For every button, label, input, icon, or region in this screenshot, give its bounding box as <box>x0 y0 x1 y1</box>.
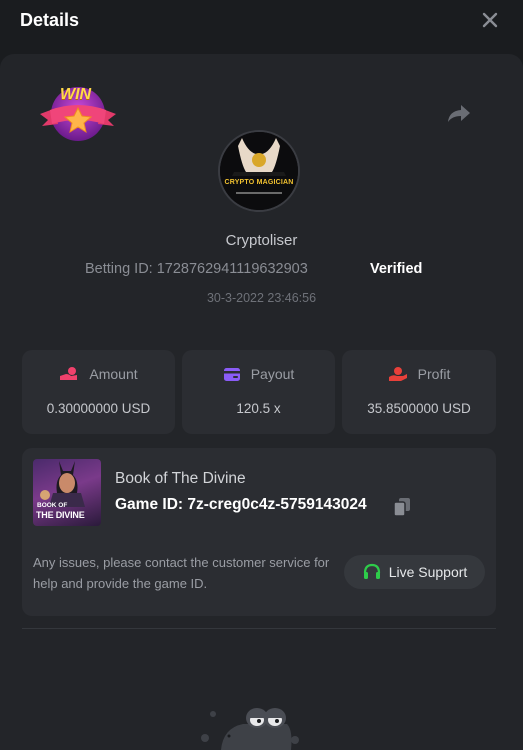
amount-card: Amount 0.30000000 USD <box>22 350 175 434</box>
game-card: BOOK OF THE DIVINE Book of The Divine Ga… <box>22 448 496 616</box>
profit-hand-icon <box>388 367 407 381</box>
divider <box>22 628 496 629</box>
copy-icon <box>393 498 410 517</box>
page-title: Details <box>20 10 80 30</box>
amount-header: Amount <box>22 366 175 382</box>
close-button[interactable] <box>478 8 502 32</box>
thumbnail-title-line1: BOOK OF <box>37 502 68 509</box>
game-name: Book of The Divine <box>115 470 246 487</box>
avatar: CRYPTO MAGICIAN <box>218 130 300 212</box>
profit-card: Profit 35.8500000 USD <box>342 350 496 434</box>
payout-card-icon <box>223 367 240 381</box>
payout-card: Payout 120.5 x <box>182 350 335 434</box>
live-support-label: Live Support <box>388 564 468 580</box>
game-thumbnail[interactable]: BOOK OF THE DIVINE <box>33 459 101 526</box>
amount-icon <box>60 367 78 380</box>
payout-value: 120.5 x <box>236 401 281 416</box>
game-id: Game ID: 7z-creg0c4z-5759143024 <box>115 496 367 513</box>
crocodile-mascot-icon <box>201 708 299 750</box>
betting-id: Betting ID: 1728762941119632903 <box>85 261 308 277</box>
magician-avatar-image <box>220 132 298 210</box>
close-icon <box>482 12 498 28</box>
profit-header: Profit <box>342 366 496 382</box>
win-badge-text: WIN <box>60 86 92 103</box>
payout-header: Payout <box>182 366 335 382</box>
share-icon <box>448 105 470 122</box>
bet-datetime: 30-3-2022 23:46:56 <box>206 291 317 305</box>
win-badge: WIN <box>36 82 120 144</box>
header-bar: Details <box>0 0 523 54</box>
profit-value: 35.8500000 USD <box>367 401 471 416</box>
username: Cryptoliser <box>225 232 298 249</box>
thumbnail-title-line2: THE DIVINE <box>36 510 85 520</box>
live-support-button[interactable]: Live Support <box>344 555 485 589</box>
payout-label: Payout <box>250 366 295 382</box>
avatar-caption: CRYPTO MAGICIAN <box>224 179 294 186</box>
copy-button[interactable] <box>393 497 411 517</box>
support-message: Any issues, please contact the customer … <box>33 555 330 591</box>
amount-value: 0.30000000 USD <box>46 401 151 416</box>
headset-icon <box>363 563 380 579</box>
mascot-illustration <box>195 700 305 750</box>
profit-label: Profit <box>417 366 451 382</box>
verified-status: Verified <box>370 261 423 277</box>
amount-label: Amount <box>89 366 138 382</box>
share-button[interactable] <box>446 101 472 125</box>
